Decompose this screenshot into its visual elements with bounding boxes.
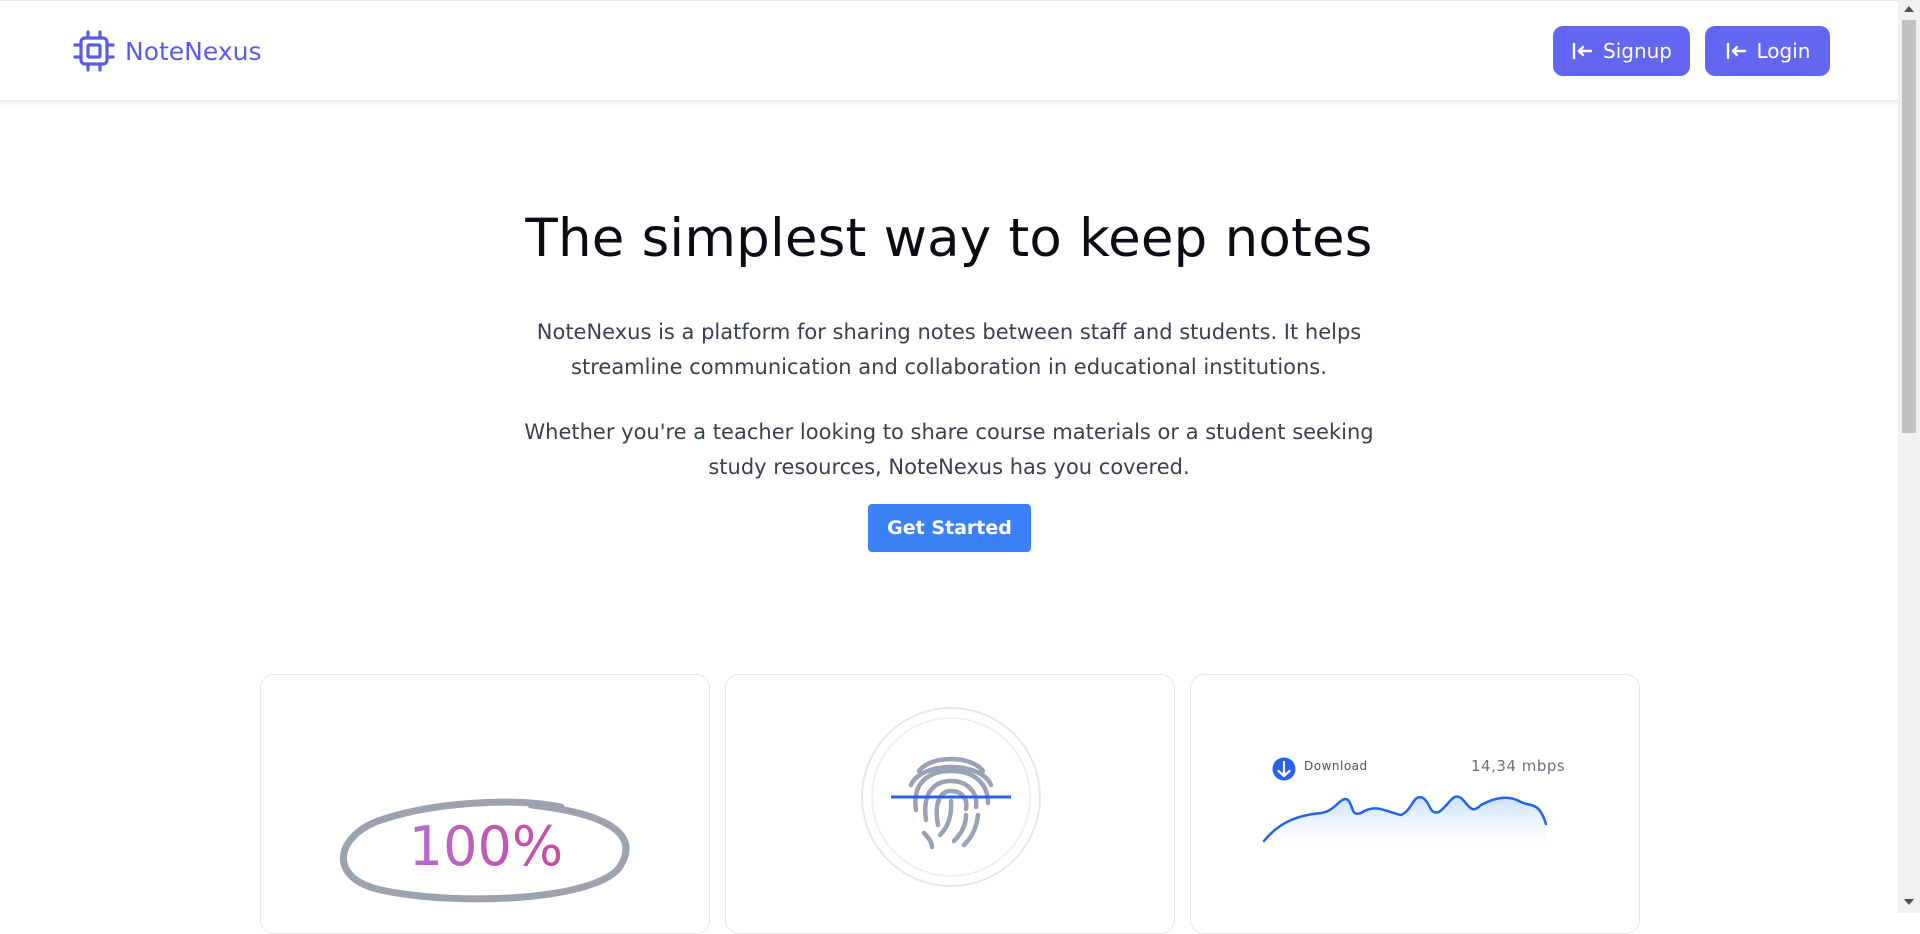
brand-name: NoteNexus — [125, 36, 262, 66]
download-speed: 14,34 mbps — [1471, 757, 1566, 775]
signup-label: Signup — [1603, 39, 1672, 63]
scroll-down-arrow-icon[interactable] — [1898, 893, 1920, 911]
hero-description-2: Whether you're a teacher looking to shar… — [524, 420, 1374, 479]
hero-description-1: NoteNexus is a platform for sharing note… — [536, 320, 1362, 379]
get-started-button[interactable]: Get Started — [868, 504, 1031, 552]
feature-card-security — [725, 674, 1175, 934]
percent-value: 100% — [261, 815, 709, 878]
arrow-left-bar-icon — [1726, 42, 1746, 60]
download-label: Download — [1304, 759, 1368, 773]
brand-link[interactable]: NoteNexus — [73, 30, 262, 72]
download-arrow-icon — [1272, 757, 1296, 781]
login-button[interactable]: Login — [1705, 26, 1830, 76]
hand-drawn-circle-icon — [339, 798, 630, 903]
cpu-chip-icon — [73, 30, 115, 72]
navbar: NoteNexus Signup Login — [0, 1, 1898, 101]
feature-card-percent: 100% — [260, 674, 710, 934]
vertical-scrollbar[interactable] — [1898, 0, 1920, 913]
login-label: Login — [1756, 39, 1811, 63]
signup-button[interactable]: Signup — [1553, 26, 1690, 76]
scroll-up-arrow-icon[interactable] — [1898, 0, 1920, 18]
download-speed-chart — [1262, 757, 1548, 855]
arrow-left-bar-icon — [1572, 42, 1593, 60]
fingerprint-icon — [861, 707, 1041, 887]
scrollbar-thumb[interactable] — [1902, 20, 1916, 433]
feature-card-download: Download 14,34 mbps — [1190, 674, 1640, 934]
hero-title: The simplest way to keep notes — [525, 208, 1373, 269]
